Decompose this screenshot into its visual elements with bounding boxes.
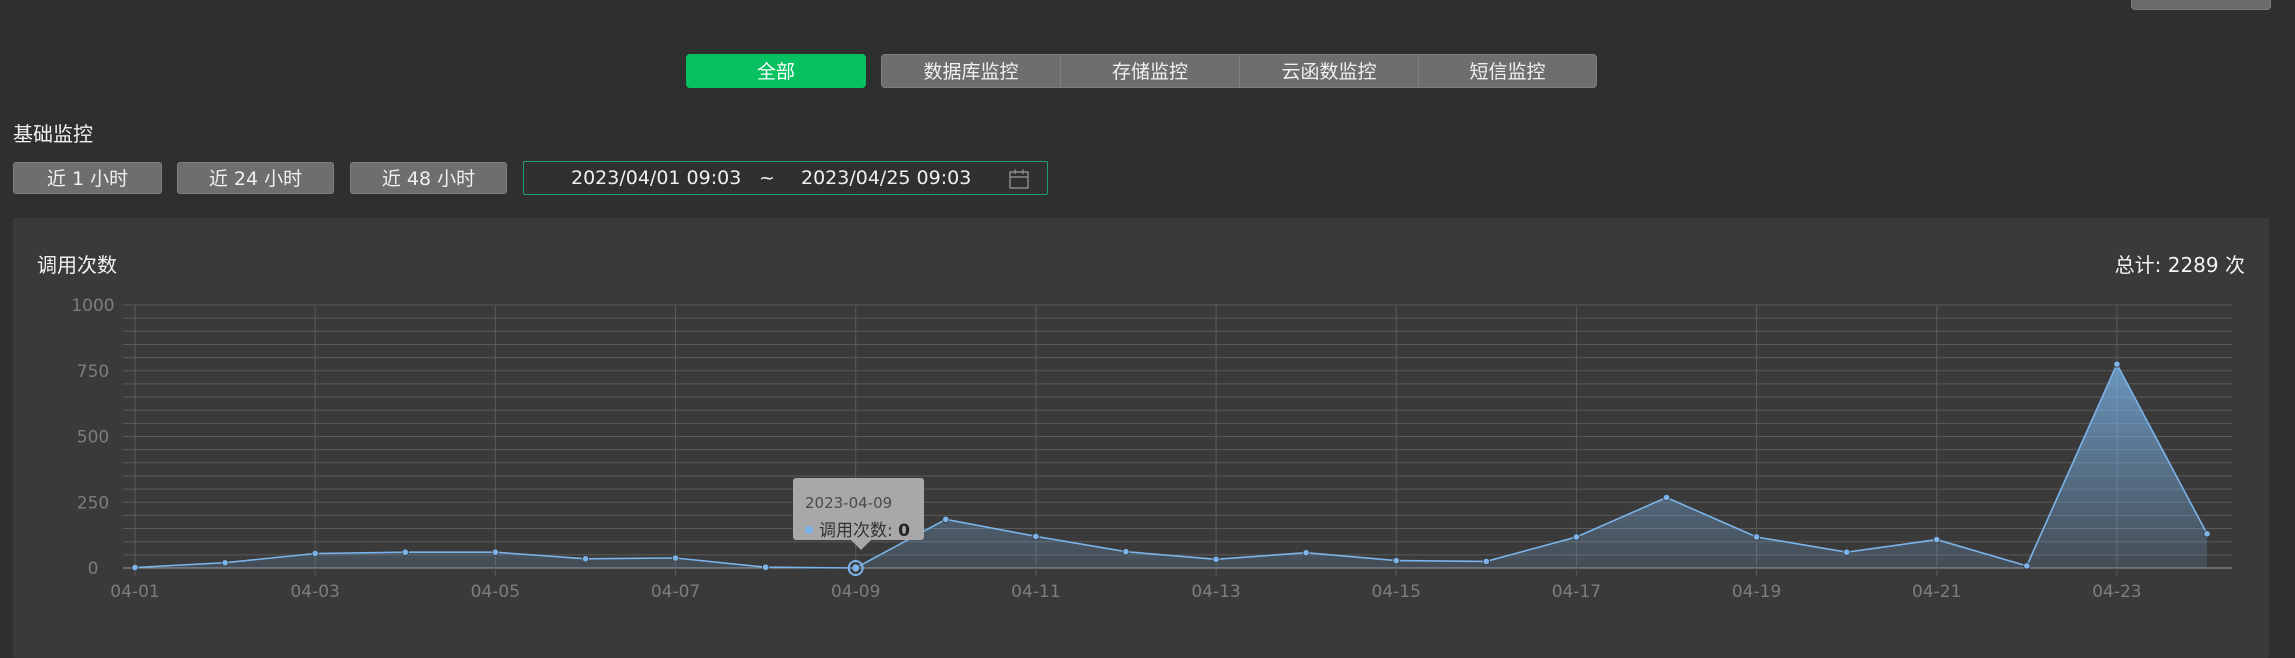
data-point [2113,360,2121,368]
y-tick-label: 500 [77,428,109,448]
data-point [131,563,139,572]
data-point [762,563,770,571]
y-tick-label: 750 [77,362,109,382]
data-point [851,563,861,573]
data-point [581,555,590,563]
x-tick-label: 04-21 [1912,582,1961,602]
data-point [1482,557,1490,566]
series-line [134,362,2208,569]
data-point [1662,493,1671,502]
x-tick-label: 04-07 [651,582,700,602]
x-tick-label: 04-01 [110,582,159,602]
series-area [135,364,2207,568]
tooltip-separator: : [887,521,899,541]
x-tick-label: 04-11 [1011,582,1060,602]
data-point [311,549,319,558]
y-tick-label: 250 [77,493,109,513]
x-tick-label: 04-17 [1552,582,1601,602]
tooltip-series: 调用次数 [819,521,887,541]
tooltip-date: 2023-04-09 [805,494,893,512]
data-point [671,554,680,562]
x-tick-label: 04-03 [290,582,339,602]
data-point [942,515,950,523]
x-tick-label: 04-19 [1732,582,1781,602]
data-point [1572,533,1580,541]
y-tick-label: 1000 [71,296,114,316]
x-tick-label: 04-15 [1372,582,1421,602]
data-point [401,548,409,556]
data-point [491,548,499,556]
y-tick-label: 0 [88,559,99,579]
tooltip-value: 0 [898,521,910,541]
data-point [2203,530,2211,538]
data-point [1392,557,1400,565]
calls-line-chart: 0 250 500 750 1000 04-01 04-03 04-05 04-07 04-09 0… [71,296,2232,602]
data-point [1752,533,1761,541]
data-point [1302,549,1310,557]
data-point [2023,562,2031,570]
x-tick-label: 04-13 [1191,582,1240,602]
data-point [1032,532,1040,541]
series-dot-icon [805,526,813,534]
data-point [1933,535,1941,544]
chart-tooltip: 2023-04-09 调用次数: 0 [793,478,924,550]
data-point [1212,555,1220,563]
x-tick-label: 04-23 [2092,582,2141,602]
x-tick-label: 04-05 [471,582,520,602]
data-point [1843,548,1851,556]
data-point [1122,548,1130,556]
x-tick-label: 04-09 [831,582,880,602]
data-point [221,559,229,567]
